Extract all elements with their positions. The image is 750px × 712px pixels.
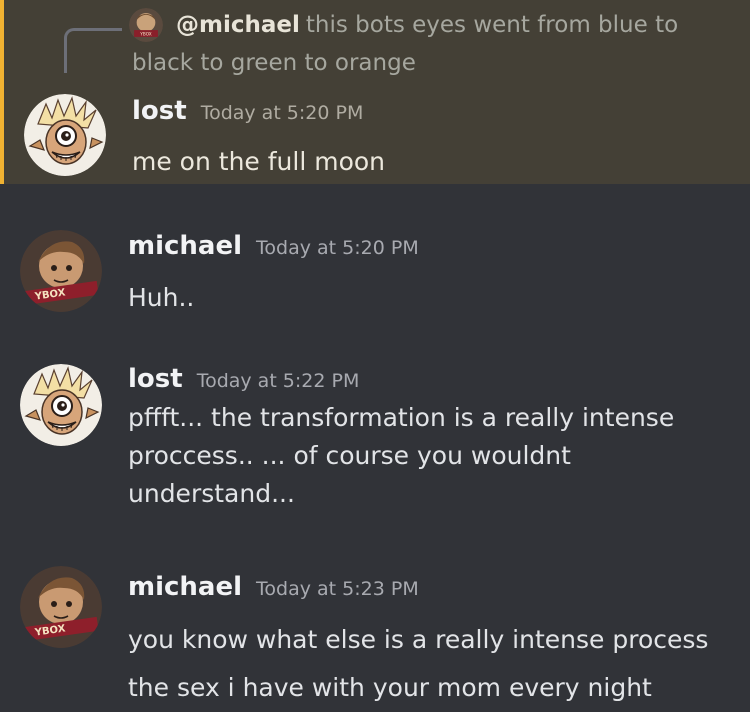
username[interactable]: lost	[128, 364, 183, 394]
message-header: michael Today at 5:23 PM	[128, 572, 419, 602]
michael-avatar[interactable]: YBOX	[20, 230, 102, 312]
message-text: me on the full moon	[132, 147, 386, 176]
message-highlighted[interactable]: YBOX @michael this bots eyes went from bl…	[0, 0, 750, 184]
message-content: you know what else is a really intense p…	[128, 616, 728, 712]
lost-avatar[interactable]	[24, 94, 106, 176]
timestamp[interactable]: Today at 5:20 PM	[201, 102, 364, 124]
message-header: michael Today at 5:20 PM	[128, 231, 419, 261]
message-header: lost Today at 5:20 PM	[132, 96, 363, 126]
message-text-line: proccess.. ... of course you wouldnt	[128, 441, 571, 470]
message-text-line: pffft... the transformation is a really …	[128, 403, 675, 432]
message-header: lost Today at 5:22 PM	[128, 364, 359, 394]
message-text-line: the sex i have with your mom every night	[128, 673, 652, 702]
username[interactable]: michael	[128, 231, 242, 261]
username[interactable]: michael	[128, 572, 242, 602]
message-content: Huh..	[128, 279, 728, 317]
message[interactable]: lost Today at 5:22 PM pffft... the transf…	[0, 354, 750, 544]
message-content: pffft... the transformation is a really …	[128, 399, 728, 513]
message-content: me on the full moon	[132, 143, 732, 181]
timestamp[interactable]: Today at 5:20 PM	[256, 237, 419, 259]
reply-username[interactable]: @michael	[176, 12, 300, 38]
reply-connector	[64, 28, 122, 73]
lost-avatar[interactable]	[20, 364, 102, 446]
michael-avatar[interactable]: YBOX	[20, 566, 102, 648]
chat-message-list: YBOX @michael this bots eyes went from bl…	[0, 0, 750, 712]
message-text-line: understand...	[128, 479, 295, 508]
timestamp[interactable]: Today at 5:22 PM	[197, 370, 360, 392]
message[interactable]: YBOX michael Today at 5:20 PM Huh..	[0, 184, 750, 354]
message-text-line: you know what else is a really intense p…	[128, 625, 709, 654]
message-text: Huh..	[128, 283, 195, 312]
message[interactable]: YBOX michael Today at 5:23 PM you know wh…	[0, 544, 750, 712]
reply-preview[interactable]: @michael this bots eyes went from blue to…	[132, 6, 732, 82]
username[interactable]: lost	[132, 96, 187, 126]
timestamp[interactable]: Today at 5:23 PM	[256, 578, 419, 600]
